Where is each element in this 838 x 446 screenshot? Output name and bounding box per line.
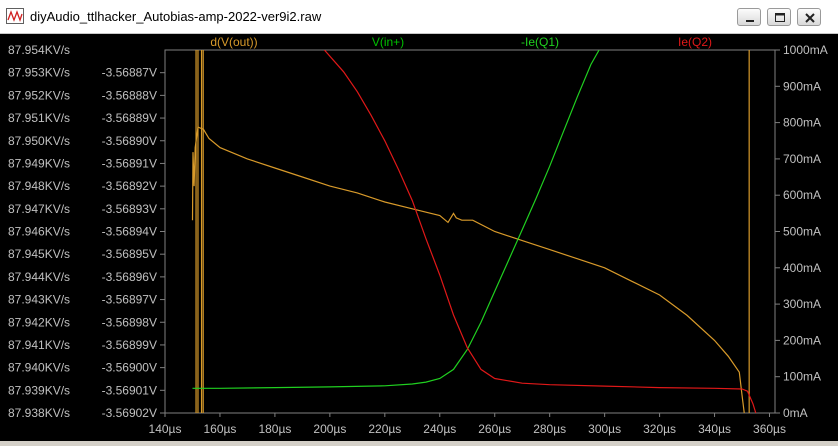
left-axis-1-tick-label: 87.953KV/s: [8, 66, 70, 80]
left-axis-1-tick-label: 87.945KV/s: [8, 247, 70, 261]
right-axis-tick-label: 1000mA: [783, 43, 828, 57]
left-axis-1-tick-label: 87.948KV/s: [8, 179, 70, 193]
close-icon: [805, 13, 815, 23]
left-axis-1-tick-label: 87.939KV/s: [8, 383, 70, 397]
left-axis-1-tick-label: 87.947KV/s: [8, 202, 70, 216]
left-axis-2-tick-label: -3.56891V: [102, 156, 157, 170]
right-axis-tick-label: 300mA: [783, 297, 821, 311]
minimize-icon: [746, 20, 754, 22]
plot-frame: [164, 49, 776, 414]
left-axis-2-tick-label: -3.56890V: [102, 134, 157, 148]
legend-label: -Ie(Q1): [521, 35, 559, 49]
right-axis-tick-label: 600mA: [783, 188, 821, 202]
waveform-app-icon: [6, 8, 24, 24]
x-tick-label: 180µs: [258, 422, 291, 436]
x-tick-label: 200µs: [313, 422, 346, 436]
x-tick-label: 160µs: [203, 422, 236, 436]
left-axis-1-tick-label: 87.941KV/s: [8, 338, 70, 352]
left-axis-2-tick-label: -3.56894V: [102, 225, 157, 239]
left-axis-2-tick-label: -3.56898V: [102, 315, 157, 329]
right-axis-tick-label: 700mA: [783, 152, 821, 166]
left-axis-2-tick-label: -3.56887V: [102, 66, 157, 80]
waveform-plot[interactable]: 140µs 160µs 180µs 200µs 220µs 240µs 260µs 280µs…: [0, 34, 838, 441]
maximize-button[interactable]: [767, 8, 791, 26]
x-tick-label: 320µs: [643, 422, 676, 436]
right-axis-tick-label: 500mA: [783, 225, 821, 239]
x-tick-label: 340µs: [698, 422, 731, 436]
left-axis-1-tick-label: 87.952KV/s: [8, 88, 70, 102]
left-axis-1-tick-label: 87.944KV/s: [8, 270, 70, 284]
left-axis-1-tick-label: 87.954KV/s: [8, 43, 70, 57]
trace-ie-q1: [192, 50, 600, 389]
left-axis-1-tick-label: 87.949KV/s: [8, 156, 70, 170]
left-axis-1-tick-label: 87.938KV/s: [8, 406, 70, 420]
x-tick-label: 360µs: [753, 422, 786, 436]
trace-ie-q2: [323, 50, 757, 413]
left-axis-2-tick-label: -3.56889V: [102, 111, 157, 125]
left-axis-1-tick-label: 87.951KV/s: [8, 111, 70, 125]
left-axis-2-tick-label: -3.56892V: [102, 179, 157, 193]
right-axis-tick-label: 800mA: [783, 116, 821, 130]
x-tick-label: 140µs: [149, 422, 182, 436]
close-button[interactable]: [797, 8, 821, 26]
left-axis-1-tick-label: 87.946KV/s: [8, 225, 70, 239]
right-axis-tick-label: 900mA: [783, 79, 821, 93]
left-axis-2-tick-label: -3.56897V: [102, 293, 157, 307]
left-axis-2-tick-label: -3.56896V: [102, 270, 157, 284]
left-axis-2-tick-label: -3.56901V: [102, 383, 157, 397]
left-axis-2-tick-label: -3.56900V: [102, 361, 157, 375]
right-axis-tick-label: 400mA: [783, 261, 821, 275]
left-axis-2-tick-label: -3.56902V: [102, 406, 157, 420]
left-axis-2-tick-label: -3.56888V: [102, 88, 157, 102]
left-axis-1-tick-label: 87.942KV/s: [8, 315, 70, 329]
legend-label: d(V(out)): [210, 35, 257, 49]
x-tick-label: 300µs: [588, 422, 621, 436]
x-tick-label: 220µs: [368, 422, 401, 436]
left-axis-2-tick-label: -3.56895V: [102, 247, 157, 261]
right-axis-tick-label: 100mA: [783, 370, 821, 384]
window-title: diyAudio_ttlhacker_Autobias-amp-2022-ver…: [30, 9, 322, 24]
maximize-icon: [775, 13, 785, 22]
title-bar[interactable]: diyAudio_ttlhacker_Autobias-amp-2022-ver…: [0, 0, 838, 34]
left-axis-2-tick-label: -3.56899V: [102, 338, 157, 352]
right-axis-tick-label: 0mA: [783, 406, 808, 420]
minimize-button[interactable]: [737, 8, 761, 26]
left-axis-1-tick-label: 87.940KV/s: [8, 361, 70, 375]
x-tick-label: 240µs: [423, 422, 456, 436]
x-tick-label: 280µs: [533, 422, 566, 436]
legend-label: Ie(Q2): [678, 35, 712, 49]
plot-pane[interactable]: 140µs 160µs 180µs 200µs 220µs 240µs 260µs 280µs…: [0, 34, 838, 441]
trace-d-v-out: [191, 126, 756, 413]
left-axis-1-tick-label: 87.950KV/s: [8, 134, 70, 148]
left-axis-2-tick-label: -3.56893V: [102, 202, 157, 216]
x-tick-label: 260µs: [478, 422, 511, 436]
legend-label: V(in+): [372, 35, 404, 49]
right-axis-tick-label: 200mA: [783, 333, 821, 347]
left-axis-1-tick-label: 87.943KV/s: [8, 293, 70, 307]
